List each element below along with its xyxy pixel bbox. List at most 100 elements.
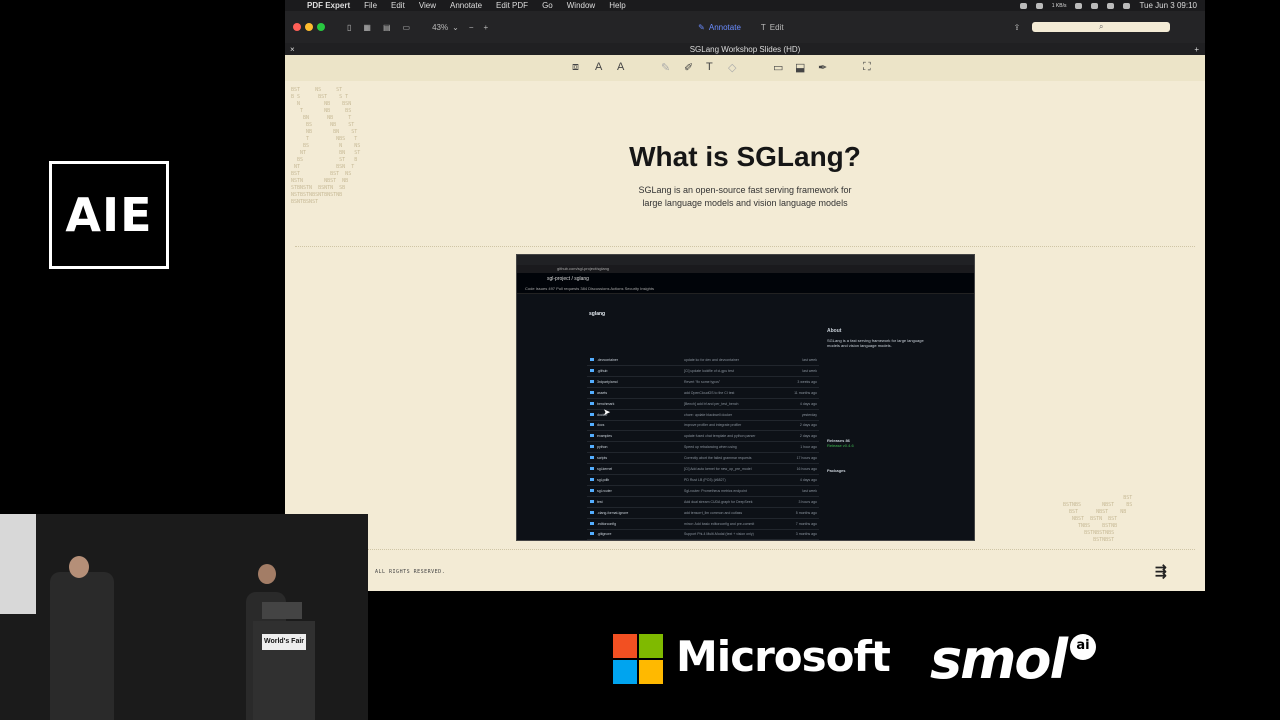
commit-message[interactable]: Speed up rebalancing when using bbox=[684, 445, 794, 449]
file-name[interactable]: sgl-router bbox=[597, 489, 612, 493]
commit-message[interactable]: Correctly abort the failed grammar reque… bbox=[684, 456, 794, 460]
file-name[interactable]: examples bbox=[597, 434, 612, 438]
zoom-in-button[interactable]: + bbox=[483, 23, 488, 32]
menu-edit[interactable]: Edit bbox=[391, 1, 405, 10]
file-name[interactable]: sgl-pdlb bbox=[597, 478, 609, 482]
zoom-level[interactable]: 43% bbox=[432, 23, 448, 32]
file-row[interactable]: .github [CI] update lockfile of ci-gpu te… bbox=[587, 366, 819, 377]
file-row[interactable]: .devcontainer update ko for dev and devco… bbox=[587, 355, 819, 366]
file-row[interactable]: docker chore: update blackwell docker yest… bbox=[587, 410, 819, 421]
file-row[interactable]: .clang-format-ignore add tensorrt_llm com… bbox=[587, 508, 819, 519]
zoom-window-button[interactable] bbox=[317, 23, 325, 31]
tray-icon[interactable] bbox=[1075, 2, 1083, 9]
commit-message[interactable]: Sgl-router: Prometheus metrics endpoint bbox=[684, 489, 794, 493]
commit-message[interactable]: update ko for dev and devcontainer bbox=[684, 358, 794, 362]
thumbnails-icon[interactable]: ▤ bbox=[383, 23, 391, 32]
file-name[interactable]: 3rdparty/amd bbox=[597, 380, 618, 384]
file-name[interactable]: assets bbox=[597, 391, 607, 395]
app-menu[interactable]: PDF Expert bbox=[307, 1, 350, 10]
menu-file[interactable]: File bbox=[364, 1, 377, 10]
file-name[interactable]: python bbox=[597, 445, 608, 449]
file-name[interactable]: test bbox=[597, 500, 603, 504]
layout-icon[interactable]: ▭ bbox=[403, 23, 411, 32]
commit-message[interactable]: add tensorrt_llm common and cutlass bbox=[684, 511, 794, 515]
document-title[interactable]: SGLang Workshop Slides (HD) bbox=[690, 45, 801, 54]
file-row[interactable]: .gitignore Support Phi-4 Multi-Modal (tex… bbox=[587, 529, 819, 540]
edit-tab[interactable]: Edit bbox=[770, 23, 784, 32]
commit-message[interactable]: chore: update blackwell docker bbox=[684, 413, 794, 417]
file-name[interactable]: .editorconfig bbox=[597, 522, 616, 526]
commit-message[interactable]: Add dual stream CUDA graph for DeepSeek bbox=[684, 500, 794, 504]
grid-icon[interactable]: ▦ bbox=[363, 23, 371, 32]
commit-message[interactable]: improve profiler and integrate profiler bbox=[684, 423, 794, 427]
menu-go[interactable]: Go bbox=[542, 1, 553, 10]
sidebar-icon[interactable]: ▯ bbox=[347, 23, 351, 32]
file-name[interactable]: .gitignore bbox=[597, 532, 611, 536]
file-name[interactable]: sgl-kernel bbox=[597, 467, 612, 471]
file-row[interactable]: docs improve profiler and integrate profi… bbox=[587, 420, 819, 432]
commit-message[interactable]: Revert "fix some typos" bbox=[684, 380, 794, 384]
folder-icon bbox=[590, 445, 594, 449]
file-name[interactable]: scripts bbox=[597, 456, 607, 460]
text-highlight-icon[interactable]: ⧈ bbox=[572, 61, 579, 74]
file-name[interactable]: benchmark bbox=[597, 402, 614, 406]
file-name[interactable]: .github bbox=[597, 369, 608, 373]
chevron-down-icon[interactable]: ⌄ bbox=[452, 23, 459, 32]
minimize-window-button[interactable] bbox=[305, 23, 313, 31]
annotate-tab[interactable]: Annotate bbox=[709, 23, 741, 32]
tray-icon[interactable] bbox=[1035, 2, 1043, 9]
stamp-icon[interactable]: ⬓ bbox=[795, 61, 805, 74]
search-icon[interactable] bbox=[1123, 2, 1131, 9]
menu-help[interactable]: Help bbox=[609, 1, 625, 10]
selection-icon[interactable]: ⛶ bbox=[863, 61, 871, 74]
close-tab-icon[interactable]: × bbox=[290, 45, 295, 54]
tray-icon[interactable] bbox=[1019, 2, 1027, 9]
menu-window[interactable]: Window bbox=[567, 1, 595, 10]
menu-edit-pdf[interactable]: Edit PDF bbox=[496, 1, 528, 10]
search-input[interactable]: ⌕ bbox=[1032, 22, 1171, 32]
file-row[interactable]: assets add OpenCloudOS to the CI test 11 m… bbox=[587, 388, 819, 399]
commit-message[interactable]: [Bench] add bf and per_test_bench bbox=[684, 402, 794, 406]
folder-icon bbox=[590, 412, 594, 416]
file-row[interactable]: .editorconfig minor: Add basic editorconf… bbox=[587, 519, 819, 530]
file-row[interactable]: scripts Correctly abort the failed gramma… bbox=[587, 453, 819, 465]
zoom-out-button[interactable]: − bbox=[469, 23, 474, 32]
file-row[interactable]: benchmark [Bench] add bf and per_test_ben… bbox=[587, 399, 819, 410]
edit-icon[interactable]: T bbox=[761, 23, 766, 32]
text-style-icon[interactable]: A bbox=[595, 61, 602, 73]
commit-message[interactable]: PD Rust LB (PO3) (#6827) bbox=[684, 478, 794, 482]
annotate-icon[interactable]: ✎ bbox=[698, 23, 705, 32]
commit-message[interactable]: Support Phi-4 Multi-Modal (text + vision… bbox=[684, 532, 794, 536]
share-icon[interactable]: ⇪ bbox=[1014, 23, 1021, 32]
strike-icon[interactable]: A bbox=[617, 61, 624, 73]
file-row[interactable]: python Speed up rebalancing when using 1 h… bbox=[587, 442, 819, 454]
menu-annotate[interactable]: Annotate bbox=[450, 1, 482, 10]
file-row[interactable]: examples update fused chat template and p… bbox=[587, 431, 819, 443]
new-tab-icon[interactable]: + bbox=[1194, 45, 1199, 54]
file-row[interactable]: test Add dual stream CUDA graph for DeepS… bbox=[587, 497, 819, 508]
laptop bbox=[262, 602, 302, 619]
file-name[interactable]: docs bbox=[597, 423, 604, 427]
commit-message[interactable]: add OpenCloudOS to the CI test bbox=[684, 391, 794, 395]
close-window-button[interactable] bbox=[293, 23, 301, 31]
comment-icon[interactable]: ▭ bbox=[773, 61, 783, 74]
eraser-icon[interactable]: ✐ bbox=[684, 61, 693, 74]
file-row[interactable]: sgl-router Sgl-router: Prometheus metrics… bbox=[587, 486, 819, 497]
file-row[interactable]: sgl-pdlb PD Rust LB (PO3) (#6827) 4 days a… bbox=[587, 475, 819, 486]
tray-icon[interactable] bbox=[1091, 2, 1099, 9]
commit-message[interactable]: minor: Add basic editorconfig and pre-co… bbox=[684, 522, 794, 526]
clock[interactable]: Tue Jun 3 09:10 bbox=[1139, 1, 1197, 10]
text-tool-icon[interactable]: T bbox=[706, 61, 713, 73]
pencil-icon[interactable]: ✎ bbox=[661, 61, 670, 74]
signature-icon[interactable]: ✒ bbox=[818, 61, 827, 74]
commit-message[interactable]: [CI] Add auto kernel for new_op_pre_mode… bbox=[684, 467, 794, 471]
commit-message[interactable]: [CI] update lockfile of ci-gpu test bbox=[684, 369, 794, 373]
menu-view[interactable]: View bbox=[419, 1, 436, 10]
file-row[interactable]: 3rdparty/amd Revert "fix some typos" 3 wee… bbox=[587, 377, 819, 388]
commit-message[interactable]: update fused chat template and python pa… bbox=[684, 434, 794, 438]
shape-icon[interactable]: ◇ bbox=[728, 61, 736, 74]
file-name[interactable]: .devcontainer bbox=[597, 358, 618, 362]
wifi-icon[interactable] bbox=[1107, 2, 1115, 9]
file-name[interactable]: .clang-format-ignore bbox=[597, 511, 628, 515]
file-row[interactable]: sgl-kernel [CI] Add auto kernel for new_o… bbox=[587, 464, 819, 475]
